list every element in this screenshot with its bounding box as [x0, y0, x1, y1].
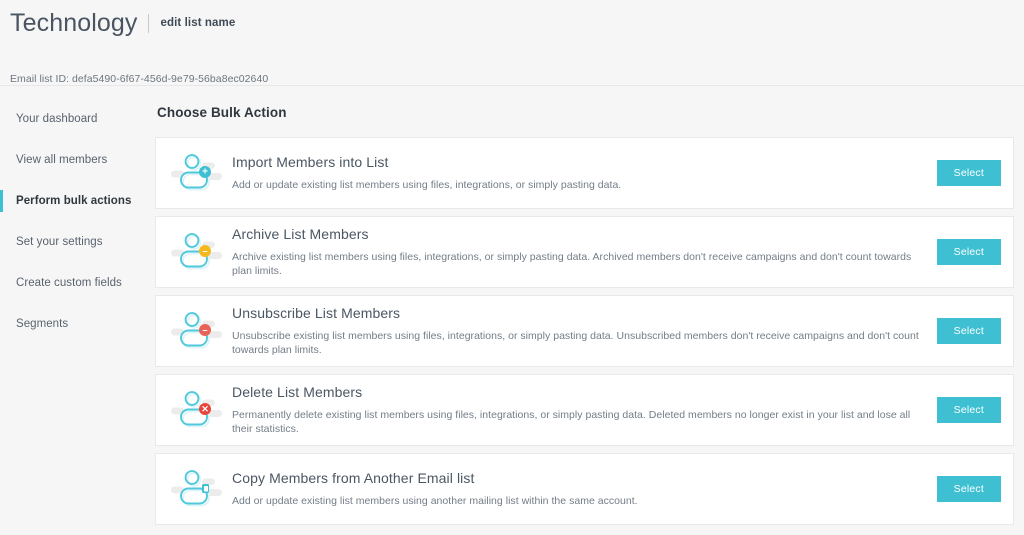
bulk-action-title: Archive List Members: [232, 225, 369, 242]
bulk-action-description: Add or update existing list members usin…: [232, 178, 622, 191]
select-button[interactable]: Select: [936, 318, 1001, 344]
bulk-action-title: Delete List Members: [232, 383, 363, 400]
svg-text:–: –: [202, 246, 207, 256]
bulk-action-text: Delete List Members Permanently delete ex…: [228, 384, 923, 436]
bulk-action-card[interactable]: – Archive List Members Archive existing li…: [155, 216, 1014, 288]
svg-text:✕: ✕: [201, 404, 209, 414]
bulk-action-description: Permanently delete existing list members…: [232, 408, 911, 435]
edit-list-name-link[interactable]: edit list name: [160, 17, 235, 29]
bulk-action-list: + Import Members into List Add or update e…: [155, 137, 1014, 525]
bulk-action-text: Import Members into List Add or update ex…: [228, 154, 923, 193]
title-divider: [148, 13, 150, 33]
page-body: Your dashboard View all members Perform bu…: [0, 86, 1024, 532]
member-archive-icon: –: [166, 229, 228, 275]
section-title: Choose Bulk Action: [157, 105, 287, 120]
select-button[interactable]: Select: [936, 476, 1001, 502]
bulk-action-description: Archive existing list members using file…: [232, 250, 912, 277]
sidebar-item-set-your-settings[interactable]: Set your settings: [0, 231, 155, 253]
email-list-id: Email list ID: defa5490-6f67-456d-9e79-5…: [10, 73, 269, 85]
select-button[interactable]: Select: [936, 239, 1001, 265]
member-delete-icon: ✕: [166, 387, 228, 433]
bulk-action-card[interactable]: Copy Members from Another Email list Add …: [155, 453, 1014, 525]
sidebar-item-label: View all members: [16, 154, 108, 166]
sidebar-item-label: Set your settings: [16, 236, 103, 248]
svg-text:+: +: [202, 167, 208, 178]
sidebar-item-view-all-members[interactable]: View all members: [0, 149, 155, 171]
member-add-icon: +: [166, 150, 228, 196]
bulk-action-title: Copy Members from Another Email list: [232, 469, 475, 486]
bulk-action-description: Unsubscribe existing list members using …: [232, 329, 919, 356]
sidebar-item-perform-bulk-actions[interactable]: Perform bulk actions: [0, 190, 155, 212]
sidebar-item-your-dashboard[interactable]: Your dashboard: [0, 108, 155, 130]
member-copy-icon: [166, 466, 228, 512]
bulk-action-title: Import Members into List: [232, 153, 389, 170]
member-unsubscribe-icon: –: [166, 308, 228, 354]
sidebar-item-label: Segments: [16, 318, 69, 330]
sidebar-item-label: Your dashboard: [16, 113, 98, 125]
bulk-action-card[interactable]: + Import Members into List Add or update e…: [155, 137, 1014, 209]
select-button[interactable]: Select: [936, 160, 1001, 186]
sidebar-item-label: Create custom fields: [16, 277, 122, 289]
sidebar-item-create-custom-fields[interactable]: Create custom fields: [0, 272, 155, 294]
page-title: Technology: [10, 9, 138, 37]
sidebar-item-label: Perform bulk actions: [16, 195, 132, 207]
svg-text:–: –: [202, 325, 207, 335]
bulk-action-card[interactable]: – Unsubscribe List Members Unsubscribe exi…: [155, 295, 1014, 367]
sidebar-item-segments[interactable]: Segments: [0, 313, 155, 335]
bulk-action-text: Copy Members from Another Email list Add …: [228, 470, 923, 509]
main-content: Choose Bulk Action + Import Members into …: [155, 100, 1024, 532]
bulk-action-card[interactable]: ✕ Delete List Members Permanently delete e…: [155, 374, 1014, 446]
bulk-action-title: Unsubscribe List Members: [232, 304, 401, 321]
bulk-action-text: Archive List Members Archive existing lis…: [228, 226, 923, 278]
sidebar-nav: Your dashboard View all members Perform bu…: [0, 100, 155, 354]
page-header: Technology edit list name Email list ID:…: [0, 0, 1024, 86]
title-row: Technology edit list name: [10, 6, 1024, 40]
select-button[interactable]: Select: [936, 397, 1001, 423]
bulk-action-description: Add or update existing list members usin…: [232, 494, 638, 507]
bulk-action-text: Unsubscribe List Members Unsubscribe exis…: [228, 305, 923, 357]
